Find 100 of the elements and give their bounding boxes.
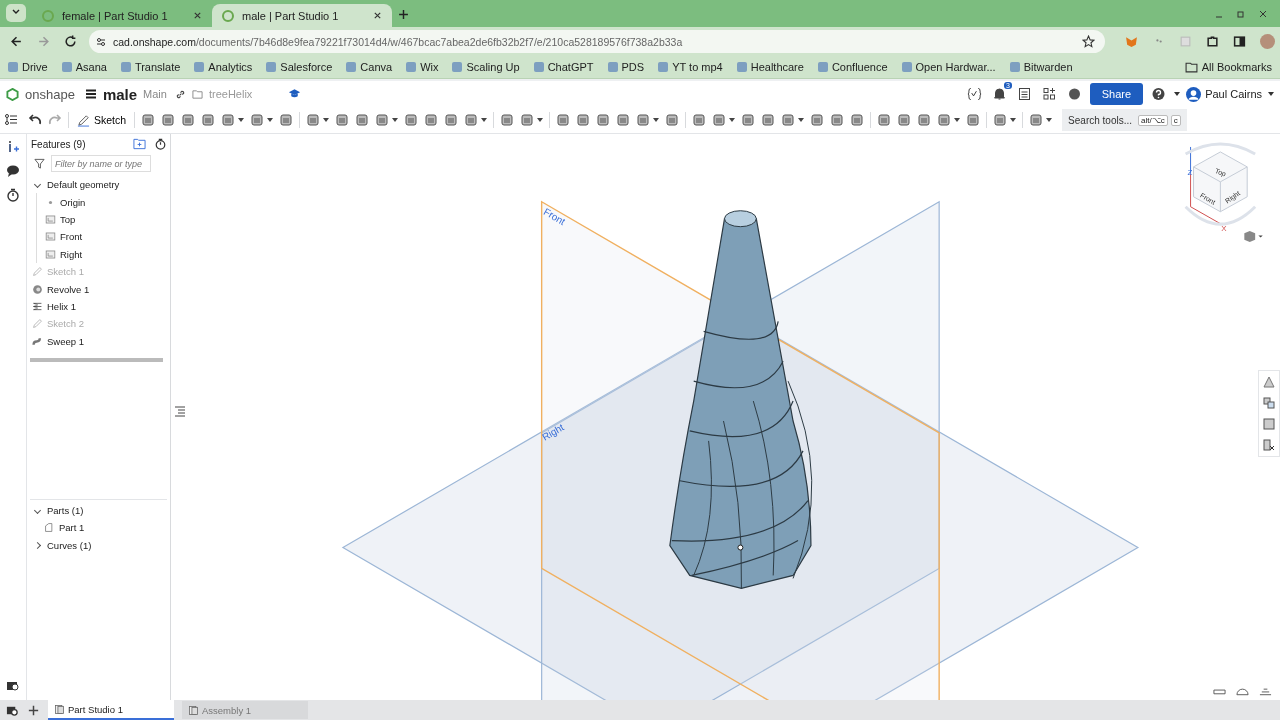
ruler-icon[interactable]	[1213, 686, 1226, 696]
bell-icon[interactable]	[991, 87, 1007, 101]
bookmark-link[interactable]: Drive	[8, 61, 48, 73]
bookmark-link[interactable]: PDS	[607, 61, 645, 73]
link-icon[interactable]	[174, 88, 186, 100]
user-menu[interactable]: Paul Cairns	[1186, 86, 1262, 102]
address-bar[interactable]: cad.onshape.com/documents/7b46d8e9fea79221f73014d4/w/467bcac7abea2de6fb32b2f7/e/210ca528189576f738a2b33a	[89, 30, 1105, 53]
bookmark-link[interactable]: Translate	[120, 61, 181, 73]
tab-list-button[interactable]	[6, 4, 26, 22]
undo-icon[interactable]	[28, 113, 42, 127]
tree-group[interactable]: Default geometry	[30, 176, 167, 194]
all-bookmarks-link[interactable]: All Bookmarks	[1184, 61, 1272, 73]
part-studio-icon	[54, 703, 65, 715]
caret-icon[interactable]	[481, 118, 488, 122]
caret-icon[interactable]	[1268, 92, 1274, 96]
bookmark-link[interactable]: YT to mp4	[658, 61, 723, 73]
caret-icon[interactable]	[238, 118, 245, 122]
graduation-cap-icon[interactable]	[288, 88, 302, 100]
close-icon[interactable]	[1258, 9, 1268, 19]
bookmark-link[interactable]: Canva	[346, 61, 393, 73]
variables-icon[interactable]	[966, 87, 982, 101]
bookmark-link[interactable]: Wix	[406, 61, 439, 73]
browser-tab[interactable]: female | Part Studio 1	[32, 4, 212, 27]
bookmark-link[interactable]: Salesforce	[266, 61, 333, 73]
twisted-cone-model-drawing[interactable]	[669, 210, 813, 589]
help-icon[interactable]	[1151, 87, 1167, 101]
feature-list-icon[interactable]	[4, 113, 18, 127]
document-name[interactable]: male	[102, 85, 138, 103]
bookmark-link[interactable]: Confluence	[817, 61, 888, 73]
revolve-icon	[32, 283, 43, 295]
close-icon[interactable]	[193, 11, 202, 20]
bookmark-link[interactable]: Scaling Up	[452, 61, 520, 73]
globe-icon[interactable]	[1066, 87, 1082, 101]
new-tab-icon[interactable]	[398, 9, 409, 20]
apps-icon[interactable]	[1041, 87, 1057, 101]
puzzle-icon[interactable]	[1206, 35, 1219, 48]
caret-icon[interactable]	[537, 118, 544, 122]
caret-icon[interactable]	[653, 118, 660, 122]
feature-item[interactable]: Sweep 1	[30, 332, 167, 350]
bookmark-link[interactable]: Analytics	[194, 61, 253, 73]
sketch-icon	[32, 266, 43, 278]
feature-item[interactable]: Top	[43, 210, 167, 229]
feature-item[interactable]: Revolve 1	[30, 280, 167, 298]
branch-name[interactable]: Main	[143, 88, 167, 100]
comment-icon[interactable]	[6, 164, 20, 178]
fox-extension-icon[interactable]	[1125, 35, 1138, 48]
list-icon[interactable]	[1016, 87, 1032, 101]
plane-icon	[45, 213, 56, 225]
bookmark-link[interactable]: Bitwarden	[1009, 61, 1073, 73]
plane-icon	[45, 231, 56, 243]
share-button[interactable]: Share	[1089, 83, 1144, 105]
caret-icon[interactable]	[267, 118, 274, 122]
feature-item[interactable]: Origin	[43, 193, 167, 211]
avatar-icon[interactable]	[1260, 34, 1275, 49]
close-icon[interactable]	[373, 11, 382, 20]
restore-icon[interactable]	[1236, 9, 1246, 19]
caret-icon[interactable]	[392, 118, 399, 122]
caret-icon[interactable]	[798, 118, 805, 122]
document-tab[interactable]: Part Studio 1	[48, 700, 174, 720]
view-cube-drawing[interactable]	[1184, 142, 1257, 226]
view-cube-menu-icon[interactable]	[1242, 230, 1264, 243]
reload-icon[interactable]	[64, 35, 77, 48]
tree-group[interactable]: Curves (1)	[30, 536, 167, 554]
tree-group[interactable]: Parts (1)	[30, 501, 167, 520]
add-icon[interactable]	[27, 703, 40, 717]
features-title: Features (9)	[31, 138, 87, 150]
bookmark-link[interactable]: Healthcare	[736, 61, 804, 73]
stopwatch-icon[interactable]	[154, 138, 167, 150]
caret-icon[interactable]	[323, 118, 330, 122]
caret-icon[interactable]	[729, 118, 736, 122]
caret-icon[interactable]	[1174, 92, 1181, 96]
caret-icon[interactable]	[1046, 118, 1053, 122]
feature-list-toggle-icon[interactable]	[173, 404, 187, 418]
feature-item[interactable]: Front	[43, 228, 167, 246]
caret-icon[interactable]	[954, 118, 961, 122]
redo-icon[interactable]	[48, 113, 62, 127]
gauge-icon[interactable]	[1236, 686, 1249, 696]
bookmark-link[interactable]: Asana	[61, 61, 107, 73]
site-settings-icon[interactable]	[95, 35, 107, 48]
caret-icon[interactable]	[1010, 118, 1017, 122]
stopwatch-icon[interactable]	[6, 188, 20, 202]
feature-item[interactable]: Helix 1	[30, 297, 167, 316]
add-folder-icon[interactable]	[133, 138, 146, 150]
bookmark-link[interactable]: Open Hardwar...	[901, 61, 996, 73]
grid-icon[interactable]	[1259, 686, 1272, 696]
bookmark-star-icon[interactable]	[1082, 35, 1095, 48]
sketch-button[interactable]: Sketch	[75, 113, 129, 127]
bookmark-link[interactable]: ChatGPT	[533, 61, 594, 73]
helix-icon	[32, 300, 43, 312]
add-feature-icon[interactable]	[6, 140, 20, 154]
tool-icon[interactable]	[1262, 438, 1276, 452]
browser-tab[interactable]: male | Part Studio 1	[212, 4, 392, 27]
feature-item[interactable]: Right	[43, 245, 167, 263]
side-panel-icon[interactable]	[1233, 35, 1246, 48]
filter-field[interactable]: Filter by name or type	[51, 155, 151, 172]
part-item[interactable]: Part 1	[42, 519, 167, 537]
search-tools-field[interactable]: Search tools... alt/⌥c c	[1062, 109, 1187, 131]
back-icon[interactable]	[10, 35, 23, 48]
filter-icon[interactable]	[34, 158, 45, 169]
menu-icon[interactable]	[84, 88, 97, 100]
